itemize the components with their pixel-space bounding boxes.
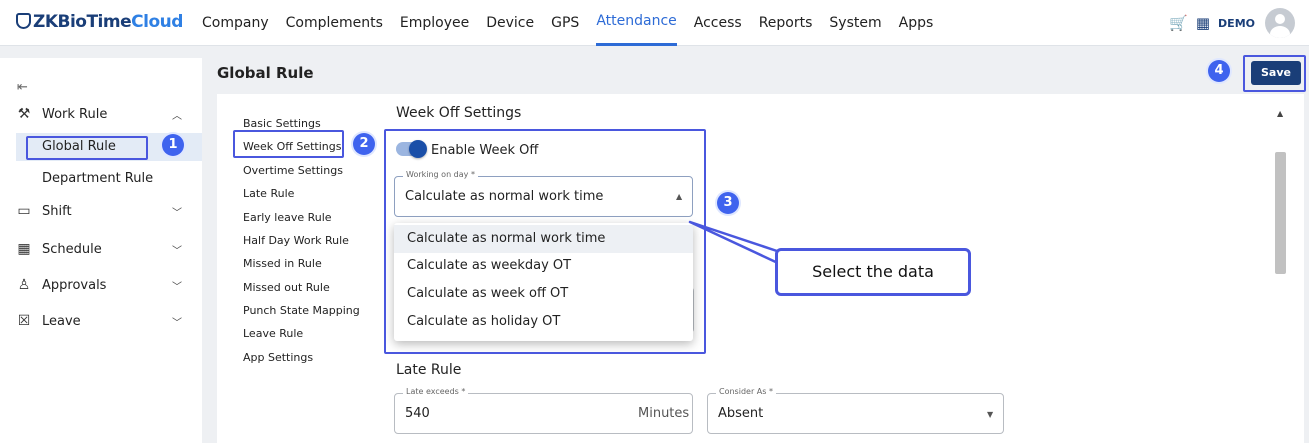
- callout-select-the-data: Select the data: [775, 248, 971, 296]
- callout-pointer: [688, 220, 782, 266]
